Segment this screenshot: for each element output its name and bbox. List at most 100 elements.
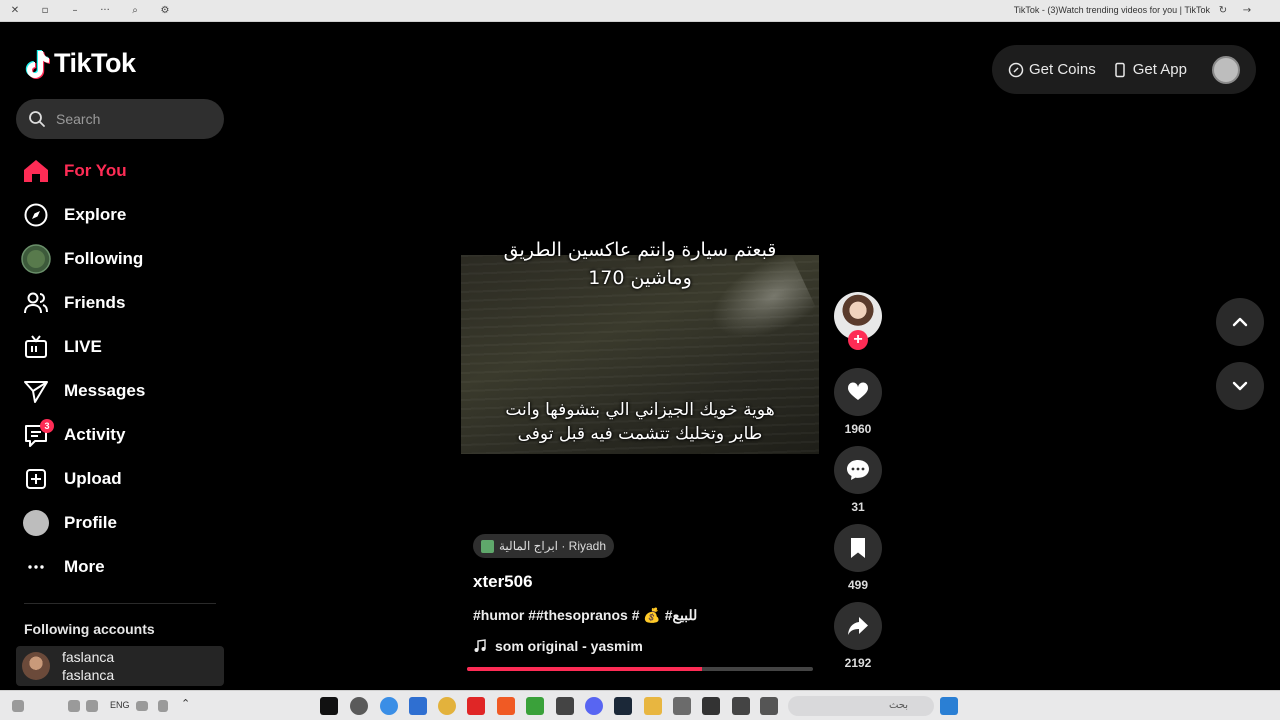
upload-plus-icon xyxy=(20,463,52,495)
more-icon[interactable]: ··· xyxy=(98,4,112,18)
nav-messages[interactable]: Messages xyxy=(20,369,230,413)
task-view-icon[interactable] xyxy=(760,697,778,715)
reload-icon[interactable]: ↻ xyxy=(1216,4,1230,18)
chevron-down-icon xyxy=(1232,381,1248,391)
following-accounts-title: Following accounts xyxy=(24,621,155,637)
language-indicator[interactable]: ENG xyxy=(110,700,130,710)
next-video-button[interactable] xyxy=(1216,362,1264,410)
previous-video-button[interactable] xyxy=(1216,298,1264,346)
nav-label: Activity xyxy=(64,425,126,444)
share-button[interactable] xyxy=(834,602,882,650)
network-icon[interactable] xyxy=(86,700,98,712)
save-button[interactable] xyxy=(834,524,882,572)
share-arrow-icon xyxy=(848,617,868,635)
video-author[interactable]: xter506 xyxy=(473,572,533,592)
tiktok-logo[interactable]: TikTok xyxy=(24,48,136,79)
following-account-item[interactable]: faslanca faslanca xyxy=(16,646,224,686)
home-icon xyxy=(20,155,52,187)
brand-name: TikTok xyxy=(54,48,136,78)
brave-icon[interactable] xyxy=(497,697,515,715)
nav-label: Profile xyxy=(64,513,117,532)
nav-label: Messages xyxy=(64,381,146,400)
youtube-icon[interactable] xyxy=(467,697,485,715)
save-count: 499 xyxy=(847,578,869,592)
app-icon[interactable] xyxy=(702,697,720,715)
nav-label: Explore xyxy=(64,205,127,224)
caption-line: طاير وتخليك تتشمت فيه قبل توفى xyxy=(517,424,763,444)
search-icon xyxy=(29,111,45,127)
account-handle: faslanca xyxy=(62,667,115,683)
location-tag[interactable]: ابراج المالية · Riyadh xyxy=(473,534,615,558)
get-coins-button[interactable]: Get Coins xyxy=(1008,61,1096,78)
terminal-icon[interactable] xyxy=(556,697,574,715)
nav-following[interactable]: Following xyxy=(20,237,230,281)
user-avatar[interactable] xyxy=(1212,56,1240,84)
obs-icon[interactable] xyxy=(350,697,368,715)
get-app-button[interactable]: Get App xyxy=(1112,61,1187,78)
tiktok-app-icon[interactable] xyxy=(320,697,338,715)
account-name: faslanca xyxy=(62,649,115,665)
sidebar: TikTok For You Explore Following xyxy=(0,22,240,690)
forward-icon[interactable]: → xyxy=(1240,4,1254,18)
shield-app-icon[interactable] xyxy=(409,697,427,715)
browser-titlebar: ✕ ▫ – ··· ⌕ ⚙ TikTok - (3)Watch trending… xyxy=(0,0,1280,22)
caption-line: وماشين 170 xyxy=(588,267,692,289)
chrome-icon[interactable] xyxy=(380,697,398,715)
video-description[interactable]: #humor ##thesopranos # 💰 #للبيع xyxy=(473,607,697,624)
like-action: 1960 xyxy=(834,368,882,436)
window-icon[interactable]: ▫ xyxy=(38,4,52,18)
nav-more[interactable]: More xyxy=(20,545,230,589)
nav-for-you[interactable]: For You xyxy=(20,149,230,193)
follow-plus-icon[interactable]: + xyxy=(848,330,868,350)
keyboard-icon[interactable] xyxy=(136,701,148,711)
video-caption-bottom: هوية خويك الجيزاني الي بتشوفها وانت طاير… xyxy=(461,398,819,446)
volume-icon[interactable] xyxy=(68,700,80,712)
store-icon[interactable] xyxy=(673,697,691,715)
nav-label: More xyxy=(64,557,105,576)
nav-live[interactable]: LIVE xyxy=(20,325,230,369)
steam-icon[interactable] xyxy=(614,697,632,715)
get-app-label: Get App xyxy=(1132,61,1187,78)
music-label: som original - yasmim xyxy=(495,638,643,654)
caption-line: هوية خويك الجيزاني الي بتشوفها وانت xyxy=(505,400,775,420)
nav-label: For You xyxy=(64,161,127,180)
nav-profile[interactable]: Profile xyxy=(20,501,230,545)
comment-button[interactable] xyxy=(834,446,882,494)
window-title: TikTok - (3)Watch trending videos for yo… xyxy=(1013,5,1210,15)
music-info[interactable]: som original - yasmim xyxy=(473,638,643,654)
search-icon[interactable]: ⌕ xyxy=(128,4,142,18)
send-icon xyxy=(20,375,52,407)
settings-icon[interactable] xyxy=(12,700,24,712)
nav-explore[interactable]: Explore xyxy=(20,193,230,237)
minimize-icon[interactable]: – xyxy=(68,4,82,18)
comment-count: 31 xyxy=(851,500,865,514)
more-dots-icon xyxy=(20,551,52,583)
get-coins-label: Get Coins xyxy=(1029,61,1096,78)
nav-activity[interactable]: 3 Activity xyxy=(20,413,230,457)
chevron-up-icon[interactable]: ⌃ xyxy=(181,697,190,710)
pen-app-icon[interactable] xyxy=(732,697,750,715)
phone-icon xyxy=(1114,62,1125,77)
share-action: 2192 xyxy=(834,602,882,670)
video-caption-top: قبعتم سيارة وانتم عاكسين الطريق وماشين 1… xyxy=(461,236,819,292)
nav-label: Upload xyxy=(64,469,122,488)
nav-label: LIVE xyxy=(64,337,102,356)
windows-start-icon[interactable] xyxy=(940,697,958,715)
nav-friends[interactable]: Friends xyxy=(20,281,230,325)
friends-icon xyxy=(20,287,52,319)
discord-icon[interactable] xyxy=(585,697,603,715)
nav-upload[interactable]: Upload xyxy=(20,457,230,501)
close-icon[interactable]: ✕ xyxy=(8,4,22,18)
extension-icon[interactable]: ⚙ xyxy=(158,4,172,18)
taskbar-search[interactable]: بحث xyxy=(788,696,934,716)
xbox-icon[interactable] xyxy=(526,697,544,715)
search-input[interactable] xyxy=(56,111,206,127)
save-action: 499 xyxy=(834,524,882,592)
video-progress-bar[interactable] xyxy=(467,667,813,671)
browser-icon[interactable] xyxy=(438,697,456,715)
search-box[interactable] xyxy=(16,99,224,139)
microphone-icon[interactable] xyxy=(158,700,168,712)
sidebar-divider xyxy=(24,603,216,604)
folder-icon[interactable] xyxy=(644,697,662,715)
like-button[interactable] xyxy=(834,368,882,416)
